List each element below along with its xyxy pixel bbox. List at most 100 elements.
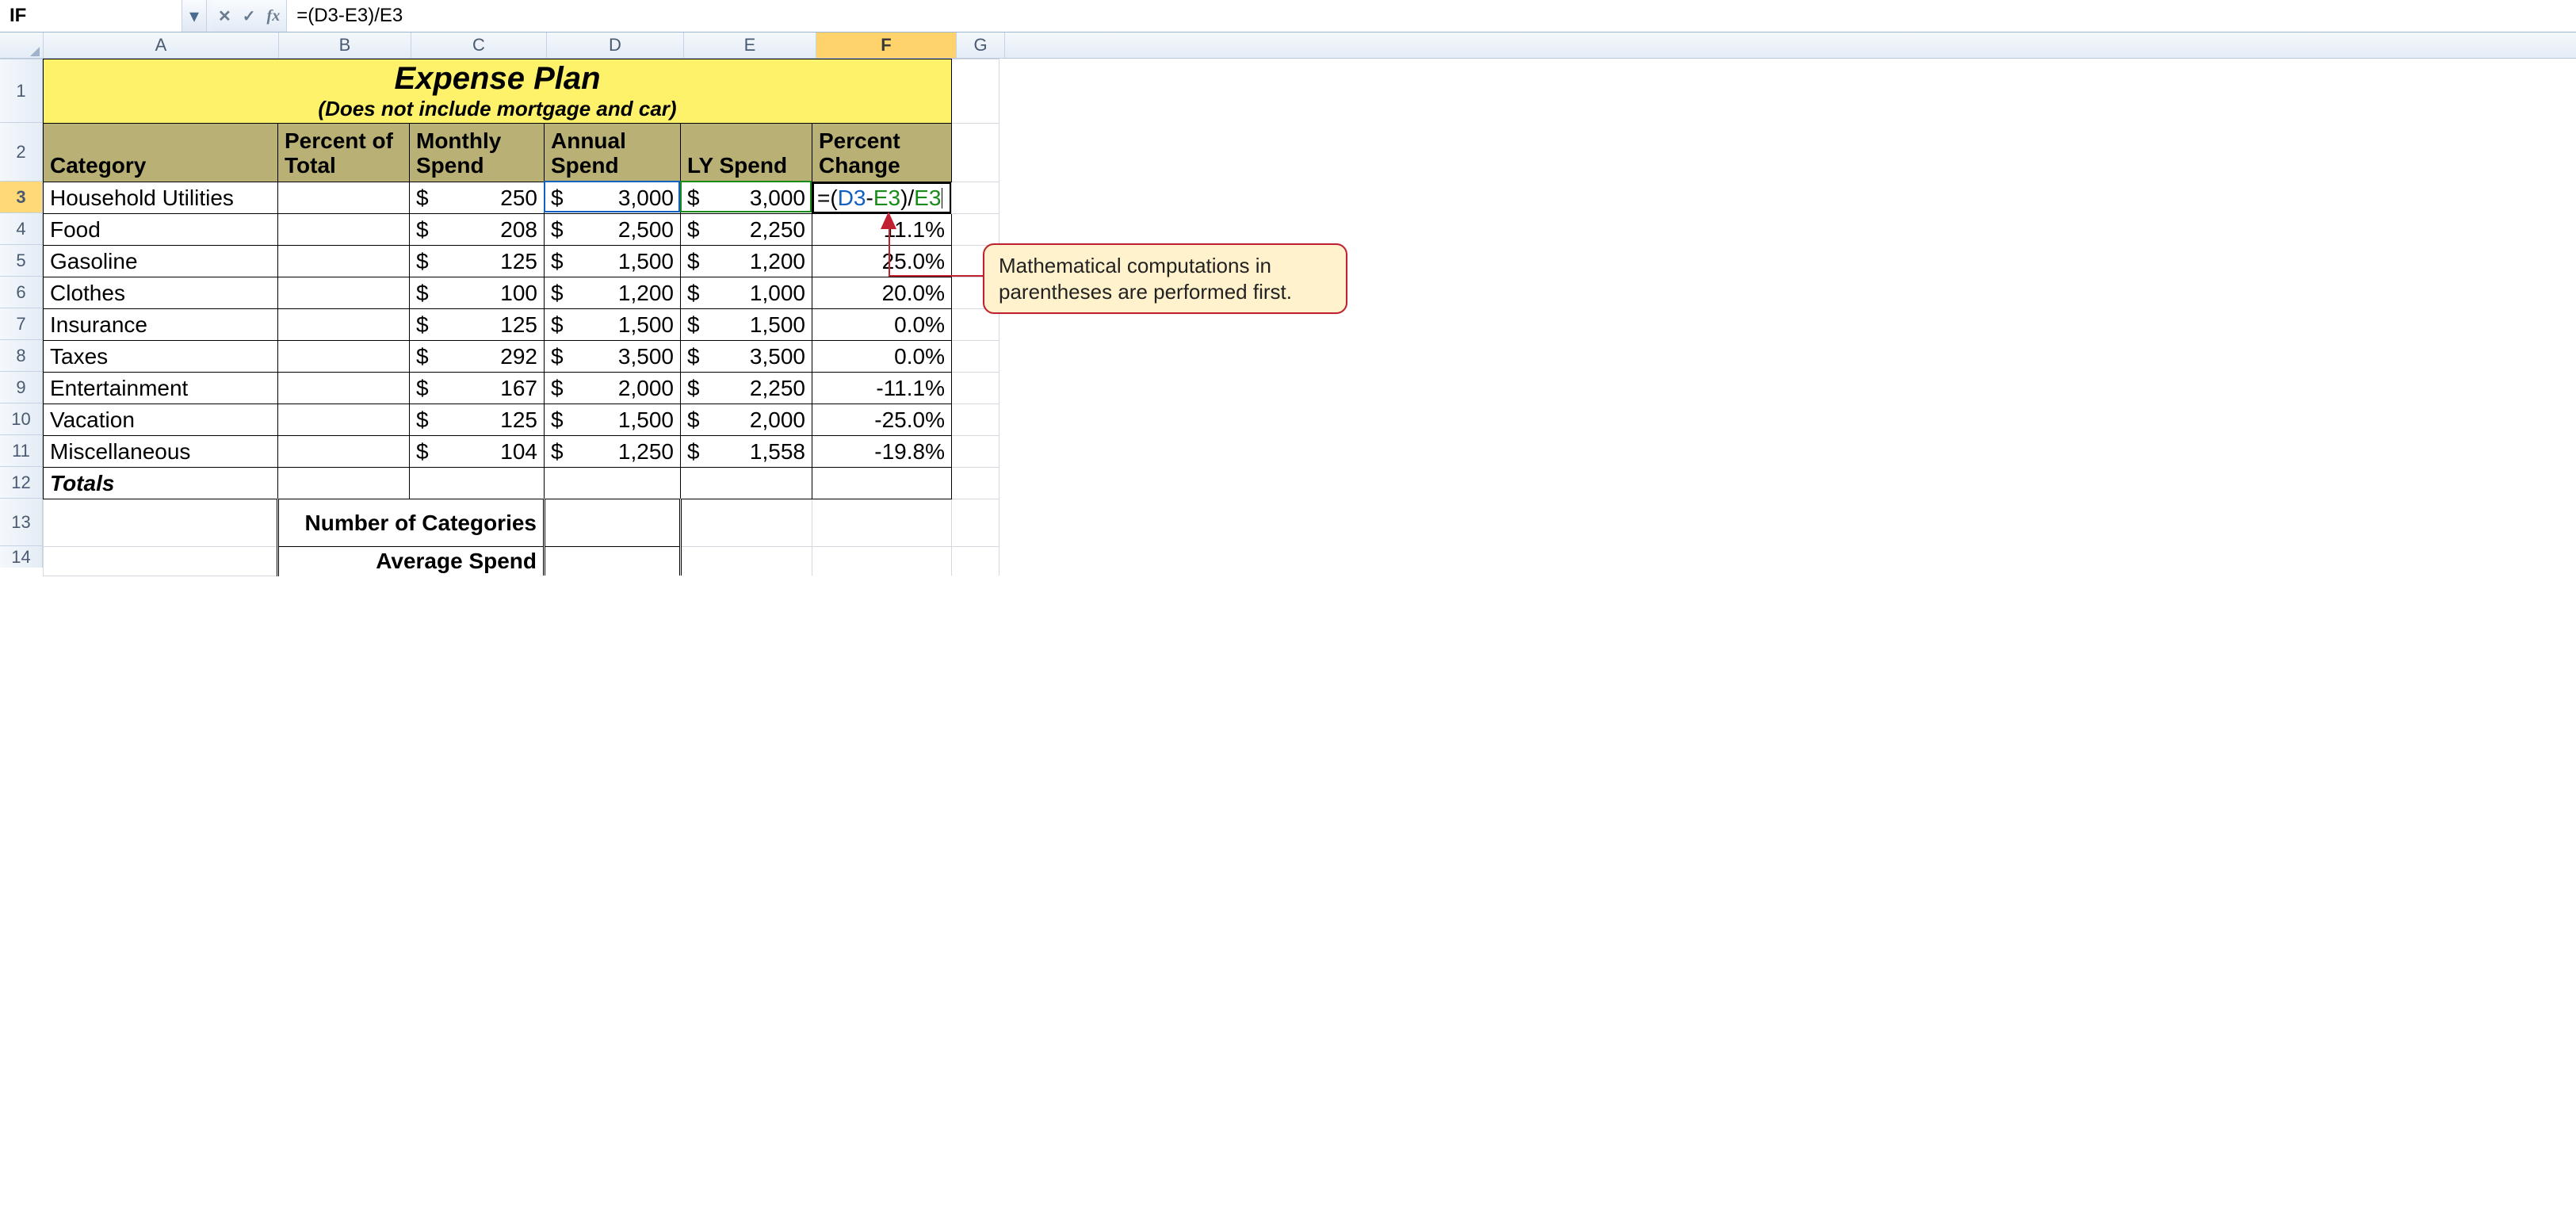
row-header-8[interactable]: 8 bbox=[0, 339, 43, 371]
header-f[interactable]: PercentChange bbox=[812, 124, 952, 182]
cell-c10[interactable]: $125 bbox=[410, 404, 545, 436]
cell-f8[interactable]: 0.0% bbox=[812, 341, 952, 373]
cell-e5[interactable]: $1,200 bbox=[681, 246, 812, 277]
fx-icon[interactable]: fx bbox=[267, 7, 281, 25]
cell-f10[interactable]: -25.0% bbox=[812, 404, 952, 436]
cell-d10[interactable]: $1,500 bbox=[545, 404, 681, 436]
row-header-10[interactable]: 10 bbox=[0, 403, 43, 434]
cell-f12[interactable] bbox=[812, 468, 952, 499]
cell-a13[interactable] bbox=[44, 499, 278, 547]
cell-g14[interactable] bbox=[952, 547, 999, 576]
row-header-14[interactable]: 14 bbox=[0, 545, 43, 568]
cell-f5[interactable]: 25.0% bbox=[812, 246, 952, 277]
cell-c4[interactable]: $208 bbox=[410, 214, 545, 246]
header-e[interactable]: LY Spend bbox=[681, 124, 812, 182]
header-c[interactable]: MonthlySpend bbox=[410, 124, 545, 182]
cell-e7[interactable]: $1,500 bbox=[681, 309, 812, 341]
summary-label-14[interactable]: Average Spend bbox=[278, 547, 545, 576]
cell-c9[interactable]: $167 bbox=[410, 373, 545, 404]
cell-b8[interactable] bbox=[278, 341, 410, 373]
cell-grid[interactable]: Expense Plan(Does not include mortgage a… bbox=[43, 59, 999, 576]
cell-g10[interactable] bbox=[952, 404, 999, 436]
name-box[interactable]: IF bbox=[0, 0, 182, 32]
cell-e12[interactable] bbox=[681, 468, 812, 499]
cell-a6[interactable]: Clothes bbox=[44, 277, 278, 309]
cell-c11[interactable]: $104 bbox=[410, 436, 545, 468]
cell-e13[interactable] bbox=[681, 499, 812, 547]
cell-d4[interactable]: $2,500 bbox=[545, 214, 681, 246]
row-header-11[interactable]: 11 bbox=[0, 434, 43, 466]
row-header-9[interactable]: 9 bbox=[0, 371, 43, 403]
row-header-5[interactable]: 5 bbox=[0, 244, 43, 276]
cell-a7[interactable]: Insurance bbox=[44, 309, 278, 341]
cell-c5[interactable]: $125 bbox=[410, 246, 545, 277]
cell-f9[interactable]: -11.1% bbox=[812, 373, 952, 404]
cell-c3[interactable]: $250 bbox=[410, 182, 545, 214]
cell-e6[interactable]: $1,000 bbox=[681, 277, 812, 309]
row-header-3[interactable]: 3 bbox=[0, 181, 43, 212]
cell-b11[interactable] bbox=[278, 436, 410, 468]
row-header-12[interactable]: 12 bbox=[0, 466, 43, 498]
cell-d6[interactable]: $1,200 bbox=[545, 277, 681, 309]
cell-a10[interactable]: Vacation bbox=[44, 404, 278, 436]
cell-e14[interactable] bbox=[681, 547, 812, 576]
cell-d12[interactable] bbox=[545, 468, 681, 499]
cell-f7[interactable]: 0.0% bbox=[812, 309, 952, 341]
row-header-2[interactable]: 2 bbox=[0, 122, 43, 181]
cell-d3[interactable]: $3,000 bbox=[545, 182, 681, 214]
header-a[interactable]: Category bbox=[44, 124, 278, 182]
cell-a4[interactable]: Food bbox=[44, 214, 278, 246]
cell-d5[interactable]: $1,500 bbox=[545, 246, 681, 277]
row-header-6[interactable]: 6 bbox=[0, 276, 43, 308]
cell-a12[interactable]: Totals bbox=[44, 468, 278, 499]
enter-icon[interactable]: ✓ bbox=[243, 6, 256, 26]
summary-label-13[interactable]: Number of Categories bbox=[278, 499, 545, 547]
cell-f14[interactable] bbox=[812, 547, 952, 576]
column-header-a[interactable]: A bbox=[44, 33, 279, 58]
header-b[interactable]: Percent ofTotal bbox=[278, 124, 410, 182]
row-header-4[interactable]: 4 bbox=[0, 212, 43, 244]
row-header-7[interactable]: 7 bbox=[0, 308, 43, 339]
select-all-corner[interactable] bbox=[0, 33, 44, 58]
cell-g13[interactable] bbox=[952, 499, 999, 547]
column-header-c[interactable]: C bbox=[411, 33, 547, 58]
cell-g2[interactable] bbox=[952, 124, 999, 182]
cell-g12[interactable] bbox=[952, 468, 999, 499]
cell-g4[interactable] bbox=[952, 214, 999, 246]
column-header-b[interactable]: B bbox=[279, 33, 411, 58]
row-header-13[interactable]: 13 bbox=[0, 498, 43, 545]
column-header-g[interactable]: G bbox=[957, 33, 1005, 58]
cell-b5[interactable] bbox=[278, 246, 410, 277]
cell-c12[interactable] bbox=[410, 468, 545, 499]
cell-c8[interactable]: $292 bbox=[410, 341, 545, 373]
cell-g8[interactable] bbox=[952, 341, 999, 373]
name-box-dropdown[interactable]: ▾ bbox=[182, 0, 206, 32]
cell-d13[interactable] bbox=[545, 499, 681, 547]
cell-e10[interactable]: $2,000 bbox=[681, 404, 812, 436]
cell-a8[interactable]: Taxes bbox=[44, 341, 278, 373]
formula-bar-input[interactable]: =(D3-E3)/E3 bbox=[287, 0, 2576, 32]
cell-a3[interactable]: Household Utilities bbox=[44, 182, 278, 214]
cell-d9[interactable]: $2,000 bbox=[545, 373, 681, 404]
cell-a11[interactable]: Miscellaneous bbox=[44, 436, 278, 468]
cell-e3[interactable]: $3,000 bbox=[681, 182, 812, 214]
cell-g11[interactable] bbox=[952, 436, 999, 468]
cell-g3[interactable] bbox=[952, 182, 999, 214]
cell-a9[interactable]: Entertainment bbox=[44, 373, 278, 404]
cell-c7[interactable]: $125 bbox=[410, 309, 545, 341]
cell-b6[interactable] bbox=[278, 277, 410, 309]
column-header-f[interactable]: F bbox=[816, 33, 957, 58]
header-d[interactable]: AnnualSpend bbox=[545, 124, 681, 182]
cell-e9[interactable]: $2,250 bbox=[681, 373, 812, 404]
cell-d7[interactable]: $1,500 bbox=[545, 309, 681, 341]
column-header-d[interactable]: D bbox=[547, 33, 684, 58]
cell-e11[interactable]: $1,558 bbox=[681, 436, 812, 468]
cell-f6[interactable]: 20.0% bbox=[812, 277, 952, 309]
cell-d11[interactable]: $1,250 bbox=[545, 436, 681, 468]
cell-g1[interactable] bbox=[952, 59, 999, 124]
cell-b12[interactable] bbox=[278, 468, 410, 499]
row-header-1[interactable]: 1 bbox=[0, 59, 43, 122]
cell-b4[interactable] bbox=[278, 214, 410, 246]
cell-f11[interactable]: -19.8% bbox=[812, 436, 952, 468]
cell-e4[interactable]: $2,250 bbox=[681, 214, 812, 246]
